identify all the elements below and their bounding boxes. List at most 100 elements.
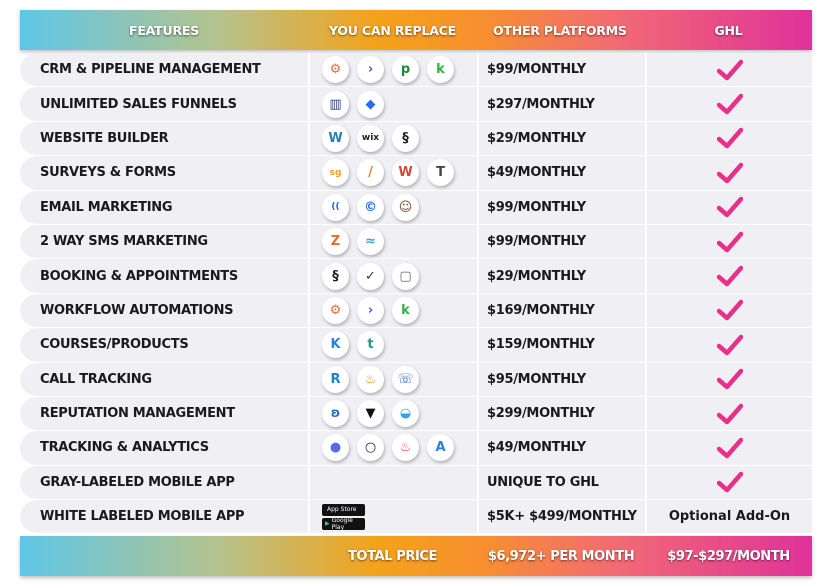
hubspot-logo-icon: ⚙ (322, 296, 349, 324)
ghl-value (645, 465, 812, 501)
replaced-tools (308, 465, 477, 501)
comparison-table: FEATURES YOU CAN REPLACE OTHER PLATFORMS… (20, 10, 812, 577)
replaced-tools: R ♨ ☏ (308, 362, 477, 397)
ghl-value: Optional Add-On (645, 500, 812, 535)
table-row: SURVEYS & FORMS sg / W T $49/MONTHLY (20, 156, 812, 191)
check-icon (716, 197, 743, 218)
wufoo-logo-icon: W (392, 159, 419, 187)
activecampaign-logo-icon: › (357, 296, 384, 324)
feature-name: EMAIL MARKETING (20, 190, 308, 225)
ghl-value (645, 362, 812, 397)
other-platforms-price: $297/MONTHLY (477, 87, 645, 122)
feature-name: 2 WAY SMS MARKETING (20, 224, 308, 260)
replaced-tools: ʚ ▼ ◒ (308, 396, 477, 432)
feature-name: WHITE LABELED MOBILE APP (20, 500, 308, 535)
activecampaign-logo-icon: › (357, 56, 384, 84)
ghl-value (645, 259, 812, 294)
other-platforms-price: $299/MONTHLY (477, 396, 645, 432)
table-row: UNLIMITED SALES FUNNELS ▥ ◆ $297/MONTHLY (20, 87, 812, 122)
check-icon (716, 59, 743, 80)
replaced-tools: ⚙ › p k (308, 53, 477, 88)
keap-logo-icon: k (427, 56, 454, 84)
check-icon (716, 93, 743, 115)
other-platforms-price: $29/MONTHLY (477, 259, 645, 294)
check-icon (716, 437, 743, 459)
hubspot-logo-icon: ⚙ (322, 56, 349, 84)
pipedrive-logo-icon: p (392, 56, 419, 84)
wordpress-logo-icon: W (322, 124, 349, 152)
replaced-tools: Wwix § (308, 121, 477, 157)
stackers-logo-icon: ≈ (357, 228, 384, 256)
squarespace-logo-icon: § (392, 124, 419, 152)
play-icon: ▶ (325, 520, 330, 528)
header-features: FEATURES (128, 22, 200, 38)
feature-name: CALL TRACKING (20, 362, 308, 397)
ghl-value (645, 87, 812, 122)
table-row: 2 WAY SMS MARKETING Z ≈ $99/MONTHLY (20, 224, 812, 260)
ghl-total: $97-$297/MONTH (667, 548, 790, 564)
jotform-logo-icon: / (357, 159, 384, 187)
zipwhip-logo-icon: Z (322, 228, 349, 256)
calendly-logo-icon: ▢ (392, 262, 419, 290)
total-price-label: TOTAL PRICE (347, 548, 438, 564)
teachable-logo-icon: t (357, 331, 384, 359)
ghl-value (645, 190, 812, 225)
ghl-value (645, 396, 812, 432)
replaced-tools: App Store ▶ Google Play (308, 500, 477, 535)
table-header: FEATURES YOU CAN REPLACE OTHER PLATFORMS… (20, 10, 812, 50)
feature-name: TRACKING & ANALYTICS (20, 431, 308, 466)
constant-contact-logo-icon: (( (322, 193, 349, 221)
ghl-value (645, 156, 812, 191)
pipedrive-p-logo-icon: ● (322, 434, 349, 462)
hotjar-logo-icon: ♨ (392, 434, 419, 462)
analytics-logo-icon: A (427, 434, 454, 462)
other-total: $6,972+ PER MONTH (487, 548, 635, 564)
birdeye-logo-icon: ʚ (322, 400, 349, 428)
replaced-tools: (( © ☺ (308, 190, 477, 225)
wix-logo-icon: wix (357, 124, 384, 152)
feature-name: GRAY-LABELED MOBILE APP (20, 465, 308, 501)
table-row: CRM & PIPELINE MANAGEMENT ⚙ › p k $99/MONTHLY (20, 53, 812, 88)
replaced-tools: § ✓ ▢ (308, 259, 477, 294)
ghl-value (645, 431, 812, 466)
other-platforms-price: $49/MONTHLY (477, 156, 645, 191)
keap-logo-icon: k (392, 296, 419, 324)
mailchimp-logo-icon: ☺ (392, 193, 419, 221)
google-play-badge: ▶ Google Play (322, 517, 365, 531)
table-row: WEBSITE BUILDER Wwix § $29/MONTHLY (20, 121, 812, 157)
feature-name: WEBSITE BUILDER (20, 121, 308, 157)
table-row: CALL TRACKING R ♨ ☏ $95/MONTHLY (20, 362, 812, 397)
replaced-tools: ▥ ◆ (308, 87, 477, 122)
acuity-logo-icon: ✓ (357, 262, 384, 290)
typeform-logo-icon: T (427, 159, 454, 187)
replaced-tools: Kt (308, 328, 477, 363)
campaigner-logo-icon: © (357, 193, 384, 221)
feature-name: REPUTATION MANAGEMENT (20, 396, 308, 432)
ghl-value (645, 121, 812, 157)
other-platforms-price: $29/MONTHLY (477, 121, 645, 157)
circle-logo-icon: ○ (357, 434, 384, 462)
feature-name: SURVEYS & FORMS (20, 156, 308, 191)
other-platforms-price: $49/MONTHLY (477, 431, 645, 466)
replaced-tools: Z ≈ (308, 224, 477, 260)
check-icon (716, 265, 743, 287)
check-icon (716, 403, 743, 424)
other-platforms-price: UNIQUE TO GHL (477, 465, 645, 501)
feature-name: COURSES/PRODUCTS (20, 328, 308, 363)
replaced-tools: sg / W T (308, 156, 477, 191)
other-platforms-price: $99/MONTHLY (477, 190, 645, 225)
other-platforms-price: $95/MONTHLY (477, 362, 645, 397)
app-store-badge: App Store (322, 503, 365, 516)
feature-name: UNLIMITED SALES FUNNELS (20, 87, 308, 122)
calltracking-logo-icon: ☏ (392, 365, 419, 393)
ghl-value (645, 53, 812, 88)
other-platforms-price: $5K+ $499/MONTHLY (477, 500, 645, 535)
grade-us-logo-icon: ◒ (392, 400, 419, 428)
feature-name: BOOKING & APPOINTMENTS (20, 259, 308, 294)
feature-name: WORKFLOW AUTOMATIONS (20, 293, 308, 329)
table-row: REPUTATION MANAGEMENT ʚ ▼ ◒ $299/MONTHLY (20, 396, 812, 432)
replaced-tools: ● ○ ♨ A (308, 431, 477, 466)
header-other-platforms: OTHER PLATFORMS (493, 22, 627, 38)
ghl-value (645, 224, 812, 260)
replaced-tools: ⚙ › k (308, 293, 477, 329)
